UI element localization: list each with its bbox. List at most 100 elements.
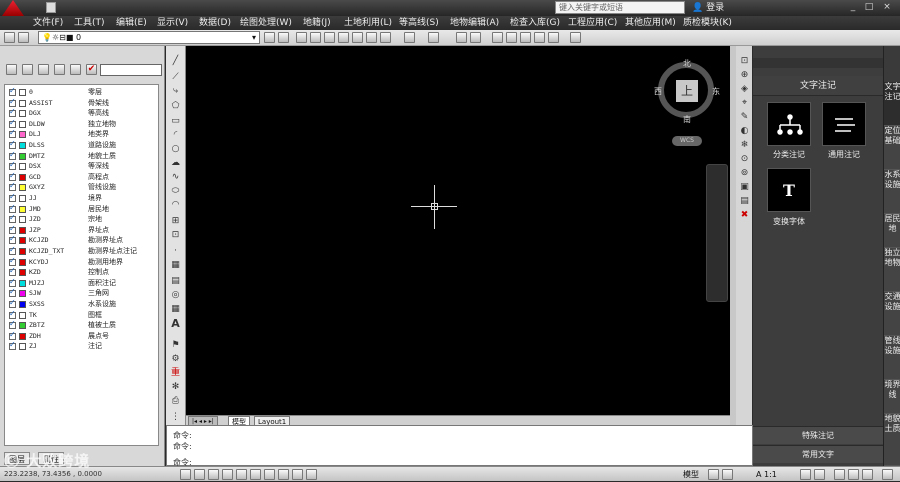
layout-view-icon[interactable] [708,469,719,480]
menu-cadastre[interactable]: 地籍(J) [303,16,331,30]
pan-icon[interactable] [296,32,307,43]
undo-icon[interactable] [404,32,415,43]
special-note-button[interactable]: 特殊注记 [753,426,883,444]
layer-visible-checkbox[interactable] [9,330,16,340]
menu-feature-edit[interactable]: 地物编辑(A) [450,16,499,30]
polyline-icon[interactable]: ⤷ [169,86,182,97]
compass-west[interactable]: 西 [654,86,662,97]
layer-visible-checkbox[interactable] [9,234,16,245]
wcs-menu-button[interactable]: WCS [672,136,702,146]
menu-landuse[interactable]: 土地利用(L) [344,16,392,30]
zoom-realtime-icon[interactable] [310,32,321,43]
tab-water[interactable]: 水系设施 [884,170,900,214]
tab-pipeline[interactable]: 管线设施 [884,336,900,380]
menu-qc[interactable]: 质检模块(K) [683,16,732,30]
layer-row[interactable]: DSX 等深线 [5,160,158,172]
region-icon[interactable]: ◎ [169,290,182,301]
layer-visible-checkbox[interactable] [9,192,16,203]
layer-row[interactable]: JJ 境界 [5,192,158,204]
isolate-icon[interactable] [862,469,873,480]
hardware-accel-icon[interactable] [848,469,859,480]
delete-icon[interactable]: ✖ [738,210,751,221]
move-icon[interactable] [506,32,517,43]
layer-row[interactable]: DGX 等高线 [5,107,158,119]
layer-color-swatch[interactable] [19,248,26,255]
rectangle-icon[interactable]: ▭ [169,116,182,127]
coordinate-icon[interactable]: ⌖ [738,98,751,109]
layer-color-swatch[interactable] [19,205,26,213]
layer-row[interactable]: DLJ 地类界 [5,128,158,140]
layer-row[interactable]: ASSIST 骨架线 [5,97,158,109]
layer-color-swatch[interactable] [19,152,26,160]
layer-row[interactable]: 0 零层 [5,86,158,98]
layer-color-swatch[interactable] [19,343,26,351]
layer-visible-checkbox[interactable] [9,160,16,171]
layer-visible-checkbox[interactable] [9,139,16,150]
layer-row[interactable]: TK 图框 [5,309,158,321]
grid-mode-icon[interactable] [194,469,205,480]
make-block-icon[interactable]: ⊡ [169,230,182,241]
insert-block-icon[interactable]: ⊞ [169,216,182,227]
search-input[interactable]: 键入关键字或短语 [555,1,685,14]
layer-row[interactable]: GXYZ 管线设施 [5,181,158,193]
menu-other[interactable]: 其他应用(M) [625,16,676,30]
layer-row[interactable]: ZBTZ 植被土质 [5,319,158,331]
layer-row[interactable]: KCJZD_TXT 勘测界址点注记 [5,245,158,257]
login-button[interactable]: 👤 登录 [692,1,724,15]
properties-icon[interactable] [456,32,467,43]
tree-icon[interactable] [767,102,811,146]
edit-attr-icon[interactable]: ✎ [738,112,751,123]
layer-copy-icon[interactable] [54,64,65,75]
layer-visible-checkbox[interactable] [9,287,16,298]
tab-boundary[interactable]: 境界线 [884,380,900,414]
lines-icon[interactable] [822,102,866,146]
new-layer-icon[interactable] [6,64,17,75]
layer-row[interactable]: KCYDJ 勘测用地界 [5,256,158,268]
layer-color-swatch[interactable] [19,216,26,224]
layer-row[interactable]: MJZJ 面积注记 [5,277,158,289]
area-icon[interactable]: ◈ [738,84,751,95]
menu-data[interactable]: 数据(D) [199,16,231,30]
revcloud-icon[interactable]: ☁ [169,158,182,169]
circle-icon[interactable]: ○ [169,144,182,155]
ortho-mode-icon[interactable] [208,469,219,480]
minimize-button[interactable]: _ [846,1,860,13]
polygon-icon[interactable]: ⬠ [169,101,182,112]
design-center-icon[interactable] [470,32,481,43]
layer-color-swatch[interactable] [19,290,26,298]
redo-icon[interactable] [428,32,439,43]
settings-icon[interactable]: ✻ [169,382,182,393]
navigation-bar[interactable] [706,164,728,302]
layer-color-swatch[interactable] [19,163,26,171]
mtext-icon[interactable]: A [169,318,182,329]
compass-south[interactable]: 南 [683,114,691,125]
layer-color-swatch[interactable] [19,311,26,319]
extend-icon[interactable] [548,32,559,43]
layer-off-icon[interactable]: ◐ [738,126,751,137]
layer-row[interactable]: KCJZD 勘测界址点 [5,234,158,246]
layer-visible-checkbox[interactable] [9,150,16,160]
tab-transport[interactable]: 交通设施 [884,292,900,336]
ray-icon[interactable]: ⟋ [169,72,182,83]
dyn-mode-icon[interactable] [278,469,289,480]
layer-visible-checkbox[interactable] [9,245,16,256]
lineweight-mode-icon[interactable] [292,469,303,480]
lock-icon[interactable] [834,469,845,480]
polar-mode-icon[interactable] [222,469,233,480]
layer-color-swatch[interactable] [19,184,26,192]
command-input[interactable] [167,457,752,465]
tab-residential[interactable]: 居民地 [884,214,900,248]
layer-color-swatch[interactable] [19,332,26,340]
plot-icon[interactable]: ⎙ [169,396,182,407]
menu-file[interactable]: 文件(F) [33,16,63,30]
layer-row[interactable]: KZD 控制点 [5,266,158,278]
layer-manager-icon[interactable] [4,32,15,43]
gradient-icon[interactable]: ▤ [169,276,182,287]
layer-visible-checkbox[interactable] [9,181,16,192]
workspace-icon[interactable] [814,469,825,480]
ellipse-arc-icon[interactable]: ◠ [169,200,182,211]
menu-engineering[interactable]: 工程应用(C) [568,16,617,30]
layer-row[interactable]: ZJ 注记 [5,340,158,352]
layer-color-swatch[interactable] [19,301,26,308]
quick-view-icon[interactable] [722,469,733,480]
